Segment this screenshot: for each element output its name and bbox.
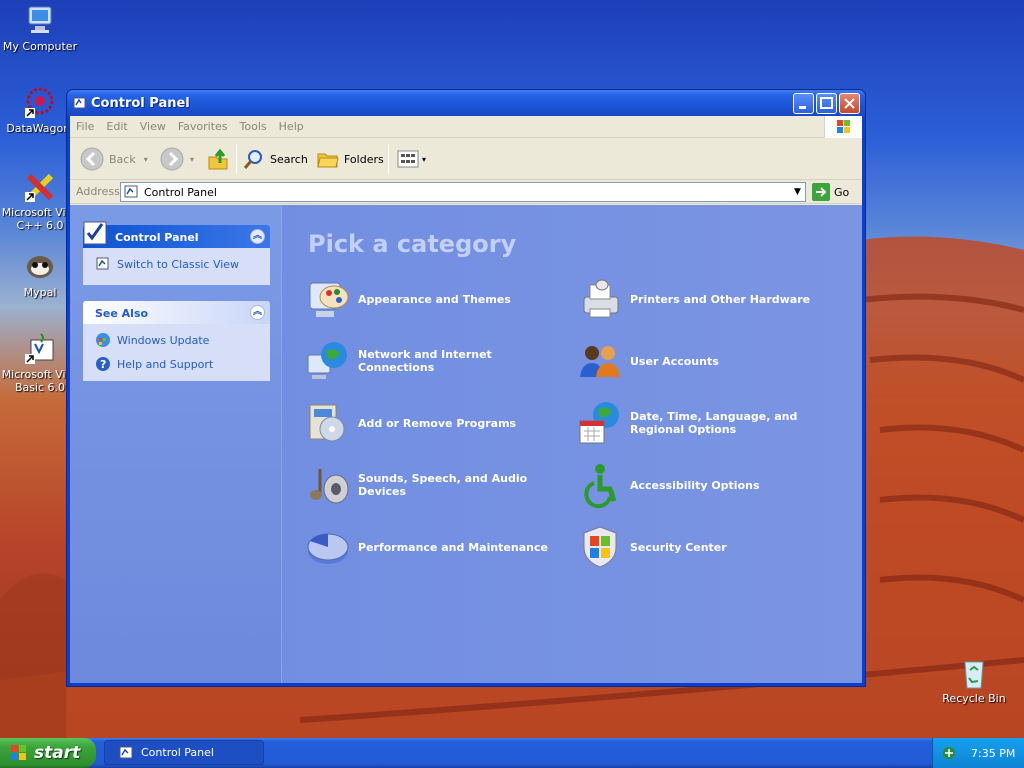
menu-view[interactable]: View [134,116,172,133]
maximize-button[interactable] [816,93,837,114]
taskbar-item-control-panel[interactable]: Control Panel [104,740,264,765]
control-panel-small-icon [124,185,138,198]
menu-bar: File Edit View Favorites Tools Help [70,116,862,138]
visual-cpp-icon [23,170,57,204]
see-also-panel: See Also ︽ Windows Update ? Help and Sup… [83,301,270,381]
add-remove-programs-icon [309,404,345,442]
switch-classic-view-link[interactable]: Switch to Classic View [83,248,270,276]
search-button[interactable]: Search [242,146,308,172]
go-arrow-icon [812,183,830,201]
help-icon: ? [96,357,110,371]
up-folder-icon [208,148,228,170]
help-and-support-link[interactable]: ? Help and Support [83,352,270,376]
appearance-themes-icon [309,282,349,317]
back-button[interactable]: Back ▾ [80,146,148,172]
mypal-icon [23,250,57,284]
menu-edit[interactable]: Edit [100,116,133,133]
category-date-time-language[interactable]: Date, Time, Language, and Regional Optio… [576,399,836,447]
content-area: Control Panel ︽ Switch to Classic View S… [70,205,862,683]
menu-favorites[interactable]: Favorites [172,116,234,133]
close-button[interactable] [839,93,860,114]
views-grid-icon [397,150,419,168]
security-shield-icon [583,526,617,568]
windows-update-icon [96,333,110,347]
back-arrow-icon [80,147,104,171]
collapse-chevron-icon[interactable]: ︽ [250,305,265,320]
views-button[interactable]: ▾ [396,146,426,172]
views-dropdown-icon[interactable]: ▾ [422,155,426,164]
desktop-icon-recycle-bin[interactable]: Recycle Bin [934,656,1014,705]
windows-update-link[interactable]: Windows Update [83,324,270,352]
category-user-accounts[interactable]: User Accounts [576,337,836,385]
search-icon [243,150,262,169]
folders-button[interactable]: Folders [316,146,384,172]
computer-icon [23,4,57,38]
control-panel-task-panel: Control Panel ︽ Switch to Classic View [83,221,270,285]
toolbar: Back ▾ ▾ Search Folders ▾ [70,138,862,180]
back-dropdown-icon[interactable]: ▾ [144,155,148,164]
taskbar: start Control Panel 7:35 PM [0,738,1024,768]
datawagon-icon [23,86,57,120]
forward-arrow-icon [160,147,184,171]
address-label: Address [76,185,120,198]
menu-tools[interactable]: Tools [234,116,273,133]
address-bar: Address Control Panel ▼ Go [70,180,862,204]
category-sounds-speech-audio[interactable]: Sounds, Speech, and Audio Devices [304,461,564,509]
collapse-chevron-icon[interactable]: ︽ [250,229,265,244]
forward-dropdown-icon[interactable]: ▾ [190,155,194,164]
close-icon [844,98,855,109]
control-panel-small-icon [119,746,133,758]
desktop-icon-my-computer[interactable]: My Computer [0,4,80,53]
classic-view-icon [96,257,109,270]
recycle-bin-icon [957,656,991,690]
control-panel-header-icon [83,221,107,245]
forward-button[interactable]: ▾ [160,146,194,172]
menu-file[interactable]: File [70,116,100,133]
category-performance-maintenance[interactable]: Performance and Maintenance [304,523,564,571]
network-globe-icon [307,342,347,379]
category-add-remove-programs[interactable]: Add or Remove Programs [304,399,564,447]
system-tray: 7:35 PM [932,738,1024,768]
start-button[interactable]: start [0,738,96,768]
date-time-globe-icon [579,402,619,444]
folder-icon [317,153,339,168]
control-panel-panel-header[interactable]: Control Panel ︽ [83,221,270,248]
performance-pie-icon [307,533,349,564]
sounds-music-icon [310,469,349,504]
category-appearance-themes[interactable]: Appearance and Themes [304,275,564,323]
window-title: Control Panel [91,96,190,111]
user-accounts-icon [580,346,620,377]
task-pane: Control Panel ︽ Switch to Classic View S… [70,205,282,683]
category-printers-hardware[interactable]: Printers and Other Hardware [576,275,836,323]
control-panel-window: Control Panel File Edit View Favorites Tools… [66,89,866,687]
category-network-internet[interactable]: Network and Internet Connections [304,337,564,385]
windows-flag-logo [824,116,862,138]
windows-flag-icon [11,745,26,760]
page-title: Pick a category [308,230,517,258]
clock[interactable]: 7:35 PM [971,747,1015,760]
category-accessibility-options[interactable]: Accessibility Options [576,461,836,509]
window-titlebar[interactable]: Control Panel [67,90,865,116]
control-panel-icon [73,97,86,109]
printer-icon [583,279,619,318]
address-dropdown-icon[interactable]: ▼ [789,183,805,201]
category-security-center[interactable]: Security Center [576,523,836,571]
go-button[interactable]: Go [812,183,849,201]
address-input[interactable]: Control Panel ▼ [120,182,806,202]
svg-text:?: ? [100,358,106,371]
up-folder-button[interactable] [206,146,230,172]
network-tray-icon[interactable] [941,745,957,761]
menu-help[interactable]: Help [273,116,310,133]
accessibility-icon [584,464,617,509]
visual-basic-icon [23,332,57,366]
see-also-panel-header[interactable]: See Also ︽ [83,301,270,324]
minimize-button[interactable] [793,93,814,114]
